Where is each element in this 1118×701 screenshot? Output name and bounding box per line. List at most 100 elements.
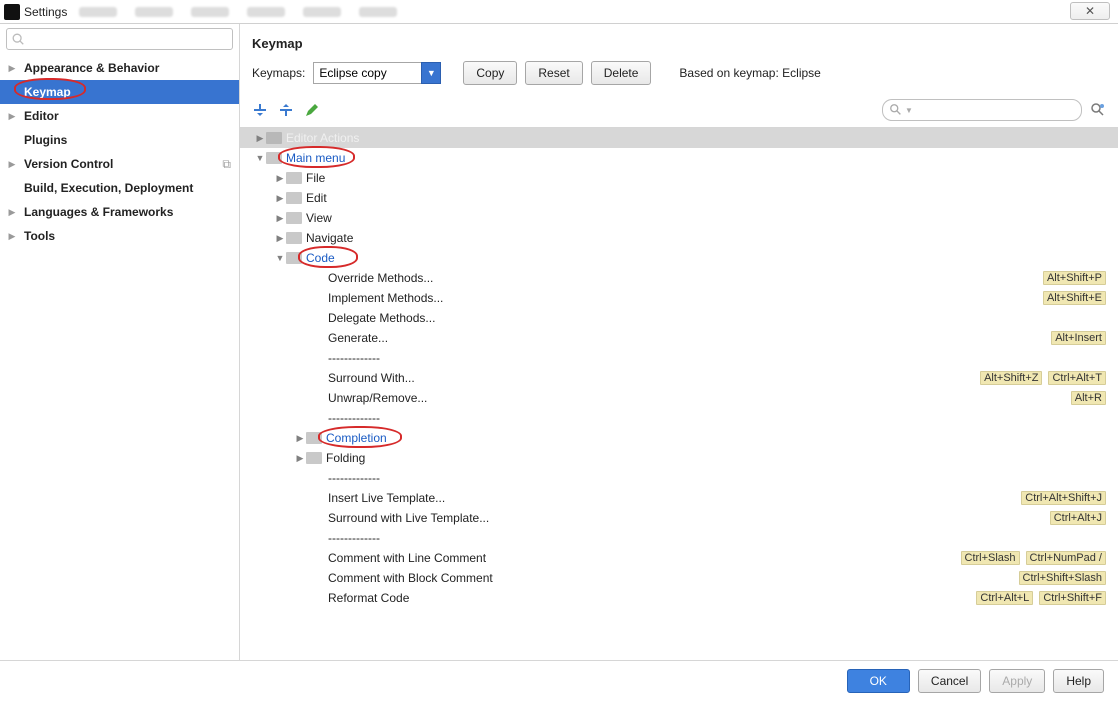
based-on-label: Based on keymap: Eclipse xyxy=(679,66,820,80)
chevron-down-icon[interactable]: ▼ xyxy=(274,253,286,263)
shortcut-badge: Alt+Shift+Z xyxy=(980,371,1042,385)
chevron-right-icon[interactable]: ▶ xyxy=(294,433,306,444)
tree-row[interactable]: Reformat Code Ctrl+Alt+LCtrl+Shift+F xyxy=(240,588,1118,608)
tree-row[interactable]: Surround With...Alt+Shift+ZCtrl+Alt+T xyxy=(240,368,1118,388)
search-icon xyxy=(889,103,903,117)
tree-row[interactable]: Comment with Block Comment Ctrl+Shift+Sla… xyxy=(240,568,1118,588)
reset-button[interactable]: Reset xyxy=(525,61,582,85)
sidebar-item[interactable]: ▶Keymap xyxy=(0,80,239,104)
tree-item-label: Insert Live Template... xyxy=(328,491,445,505)
tree-row[interactable]: ▶ View xyxy=(240,208,1118,228)
tree-row[interactable]: ▼Code xyxy=(240,248,1118,268)
folder-icon xyxy=(286,192,302,204)
cancel-button[interactable]: Cancel xyxy=(918,669,981,693)
tree-item-label: Surround with Live Template... xyxy=(328,511,489,525)
chevron-right-icon[interactable]: ▶ xyxy=(294,453,306,464)
chevron-down-icon[interactable]: ▼ xyxy=(254,153,266,163)
tree-scroll[interactable]: ▶Editor Actions▼Main menu▶File▶Edit▶View… xyxy=(240,128,1118,660)
expand-icon[interactable] xyxy=(252,102,268,118)
chevron-right-icon: ▶ xyxy=(6,207,18,218)
shortcut-badge: Ctrl+NumPad / xyxy=(1026,551,1106,565)
shortcut-badge: Ctrl+Alt+L xyxy=(976,591,1033,605)
tree-item-label: Implement Methods... xyxy=(328,291,443,305)
edit-icon[interactable] xyxy=(304,102,320,118)
tree-row[interactable]: Override Methods...Alt+Shift+P xyxy=(240,268,1118,288)
chevron-right-icon[interactable]: ▶ xyxy=(274,193,286,204)
chevron-down-icon: ▼ xyxy=(905,106,913,115)
page-title: Keymap xyxy=(240,24,1118,61)
tree-row[interactable]: ▶Completion xyxy=(240,428,1118,448)
title-bar: Settings ✕ xyxy=(0,0,1118,24)
folder-icon xyxy=(266,152,282,164)
shortcut-badge: Ctrl+Alt+Shift+J xyxy=(1021,491,1106,505)
tree-item-label: Generate... xyxy=(328,331,388,345)
shortcut-list: Ctrl+Alt+LCtrl+Shift+F xyxy=(976,591,1106,605)
folder-icon xyxy=(286,252,302,264)
apply-button[interactable]: Apply xyxy=(989,669,1045,693)
tree-row[interactable]: ▶File xyxy=(240,168,1118,188)
sidebar-item[interactable]: ▶Appearance & Behavior xyxy=(0,56,239,80)
tree-row[interactable]: Delegate Methods... xyxy=(240,308,1118,328)
tree-row[interactable]: Implement Methods...Alt+Shift+E xyxy=(240,288,1118,308)
tree-item-label: Main menu xyxy=(286,151,345,165)
help-button[interactable]: Help xyxy=(1053,669,1104,693)
tree-item-label: Folding xyxy=(326,451,365,465)
folder-icon xyxy=(306,452,322,464)
sidebar-item[interactable]: ▶Editor xyxy=(0,104,239,128)
tree-item-label: Comment with Block Comment xyxy=(328,571,493,585)
shortcut-list: Ctrl+Shift+Slash xyxy=(1019,571,1106,585)
sidebar-item[interactable]: ▶Tools xyxy=(0,224,239,248)
window-title: Settings xyxy=(24,5,67,19)
chevron-right-icon: ▶ xyxy=(6,159,18,170)
tree-row[interactable]: ------------- xyxy=(240,528,1118,548)
dialog-footer: OK Cancel Apply Help xyxy=(0,660,1118,700)
shortcut-badge: Alt+Insert xyxy=(1051,331,1106,345)
tree-row[interactable]: ▼ Main menu xyxy=(240,148,1118,168)
chevron-right-icon[interactable]: ▶ xyxy=(254,133,266,144)
find-action-icon[interactable] xyxy=(1090,102,1106,118)
tree-item-label: Reformat Code xyxy=(328,591,409,605)
shortcut-badge: Ctrl+Slash xyxy=(961,551,1020,565)
sidebar-item[interactable]: ▶Languages & Frameworks xyxy=(0,200,239,224)
tree-item-label: View xyxy=(306,211,332,225)
tree-row[interactable]: ------------- xyxy=(240,408,1118,428)
tree-row[interactable]: Comment with Line CommentCtrl+SlashCtrl+… xyxy=(240,548,1118,568)
window-close-button[interactable]: ✕ xyxy=(1070,2,1110,20)
tree-row[interactable]: ▶ Folding xyxy=(240,448,1118,468)
chevron-right-icon[interactable]: ▶ xyxy=(274,213,286,224)
tree-row[interactable]: ▶ Edit xyxy=(240,188,1118,208)
sidebar-item-label: Tools xyxy=(22,229,55,243)
chevron-down-icon[interactable]: ▼ xyxy=(421,62,441,84)
tree-row[interactable]: Generate... Alt+Insert xyxy=(240,328,1118,348)
ok-button[interactable]: OK xyxy=(847,669,910,693)
tree-row[interactable]: Unwrap/Remove...Alt+R xyxy=(240,388,1118,408)
tree-row[interactable]: Surround with Live Template... Ctrl+Alt+J xyxy=(240,508,1118,528)
shortcut-search-input[interactable]: ▼ xyxy=(882,99,1082,121)
sidebar-item[interactable]: ▶Plugins xyxy=(0,128,239,152)
shortcut-badge: Ctrl+Alt+J xyxy=(1050,511,1106,525)
tree-row[interactable]: ▶ Editor Actions xyxy=(240,128,1118,148)
sidebar-item-label: Version Control xyxy=(22,157,113,171)
delete-button[interactable]: Delete xyxy=(591,61,652,85)
copy-button[interactable]: Copy xyxy=(463,61,517,85)
sidebar-search-input[interactable] xyxy=(6,28,233,50)
chevron-right-icon[interactable]: ▶ xyxy=(274,233,286,244)
tree-item-label: Editor Actions xyxy=(286,131,359,145)
tree-item-label: Navigate xyxy=(306,231,353,245)
keymap-toolbar: Keymaps: ▼ Copy Reset Delete Based on ke… xyxy=(240,61,1118,95)
close-icon: ✕ xyxy=(1085,4,1095,18)
tree-row[interactable]: ------------- xyxy=(240,348,1118,368)
sidebar-item[interactable]: ▶Build, Execution, Deployment xyxy=(0,176,239,200)
app-icon xyxy=(4,4,20,20)
chevron-right-icon: ▶ xyxy=(6,63,18,74)
sidebar-item[interactable]: ▶Version Control⧉ xyxy=(0,152,239,176)
tree-row[interactable]: ------------- xyxy=(240,468,1118,488)
tree-row[interactable]: Insert Live Template... Ctrl+Alt+Shift+J xyxy=(240,488,1118,508)
keymaps-value[interactable] xyxy=(313,62,421,84)
tree-item-label: ------------- xyxy=(328,351,380,365)
chevron-right-icon[interactable]: ▶ xyxy=(274,173,286,184)
tree-row[interactable]: ▶ Navigate xyxy=(240,228,1118,248)
tree-item-label: Edit xyxy=(306,191,327,205)
keymaps-select[interactable]: ▼ xyxy=(313,62,441,84)
collapse-icon[interactable] xyxy=(278,102,294,118)
